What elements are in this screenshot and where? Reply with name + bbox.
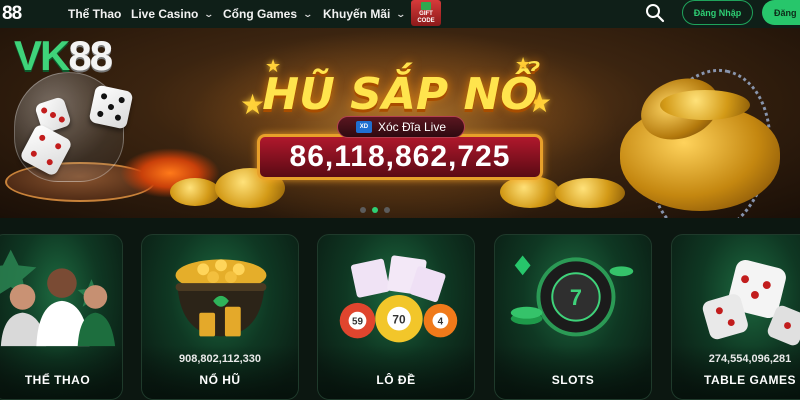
category-card-slots[interactable]: 7 SLOTS: [494, 234, 652, 400]
category-card-no-hu[interactable]: 908,802,112,330 NỔ HŨ: [141, 234, 299, 400]
coin-pile-image: [170, 178, 220, 206]
nav-link-label: Live Casino: [131, 7, 199, 21]
brand-logo-green: VK: [14, 32, 70, 79]
svg-text:4: 4: [438, 317, 444, 328]
hero-banner[interactable]: VK88 ★ ★ ★ ★ HŨ SẮP NỔ 86,118,862,725 XD…: [0, 28, 800, 218]
coin-pile-image: [500, 176, 560, 208]
top-nav: 88 Thể Thao Live Casino ⌄ Cổng Games ⌄ K…: [0, 0, 800, 28]
category-label: LÔ ĐỀ: [376, 373, 416, 387]
nav-link-the-thao[interactable]: Thể Thao: [68, 0, 121, 28]
gift-code-line1: GIFT: [419, 10, 433, 17]
jackpot-amount: 86,118,862,725: [257, 134, 543, 180]
carousel-dot[interactable]: [384, 207, 390, 213]
golden-pot-coins-image: [175, 259, 267, 337]
slot-machine-image: 7: [510, 255, 634, 337]
chevron-down-icon: ⌄: [395, 8, 407, 19]
site-logo[interactable]: 88: [0, 0, 22, 28]
nav-link-label: Cổng Games: [223, 7, 298, 21]
jackpot-game-pill: XD Xóc Đĩa Live: [337, 116, 465, 138]
page: 88 Thể Thao Live Casino ⌄ Cổng Games ⌄ K…: [0, 0, 800, 400]
logo-text: 88: [2, 3, 22, 24]
svg-text:7: 7: [570, 285, 582, 310]
chevron-down-icon: ⌄: [203, 8, 215, 19]
lottery-balls-image: 59 70 4: [339, 255, 458, 343]
category-label: TABLE GAMES: [704, 373, 796, 387]
login-button[interactable]: Đăng Nhập: [682, 0, 753, 25]
category-label: SLOTS: [551, 373, 595, 387]
nav-link-khuyen-mai[interactable]: Khuyến Mãi ⌄: [323, 0, 407, 28]
jackpot-game-name: Xóc Đĩa Live: [377, 120, 447, 134]
svg-text:70: 70: [392, 313, 406, 327]
coin-pile-image: [660, 90, 750, 120]
brand-logo: VK88: [14, 32, 113, 80]
category-card-the-thao[interactable]: THỂ THAO: [0, 234, 123, 400]
category-label: THỂ THAO: [24, 373, 91, 387]
carousel-dot[interactable]: [360, 207, 366, 213]
register-button[interactable]: Đăng: [762, 0, 800, 25]
nav-link-cong-games[interactable]: Cổng Games ⌄: [223, 0, 314, 28]
gift-code-button[interactable]: GIFT CODE: [411, 0, 441, 26]
carousel-dots: [360, 207, 390, 213]
football-players-image: [0, 249, 116, 347]
gift-box-icon: [421, 1, 431, 10]
category-value: [0, 353, 122, 369]
category-value: [318, 353, 474, 369]
category-value: 274,554,096,281: [708, 353, 792, 365]
carousel-dot-active[interactable]: [372, 207, 378, 213]
category-card-table-games[interactable]: 274,554,096,281 TABLE GAMES: [671, 234, 800, 400]
category-cards: THỂ THAO 908,802,112,330 NỔ HŨ 59 70 4 L…: [0, 218, 800, 400]
brand-logo-white: 88: [68, 32, 113, 79]
gift-code-line2: CODE: [417, 17, 435, 24]
search-icon[interactable]: [645, 3, 665, 23]
nav-link-label: Khuyến Mãi: [323, 7, 391, 21]
nav-link-live-casino[interactable]: Live Casino ⌄: [131, 0, 215, 28]
nav-link-label: Thể Thao: [68, 7, 122, 21]
jackpot-title: HŨ SẮP NỔ: [262, 68, 538, 120]
coin-pile-image: [555, 178, 625, 208]
die-icon: [88, 84, 134, 130]
category-card-lo-de[interactable]: 59 70 4 LÔ ĐỀ: [317, 234, 475, 400]
dice-image: [702, 260, 800, 346]
game-badge-icon: XD: [355, 121, 372, 133]
category-value: 908,802,112,330: [179, 353, 261, 365]
category-value: [495, 353, 651, 369]
chevron-down-icon: ⌄: [302, 8, 314, 19]
category-label: NỔ HŨ: [199, 373, 241, 387]
svg-text:59: 59: [352, 317, 363, 328]
